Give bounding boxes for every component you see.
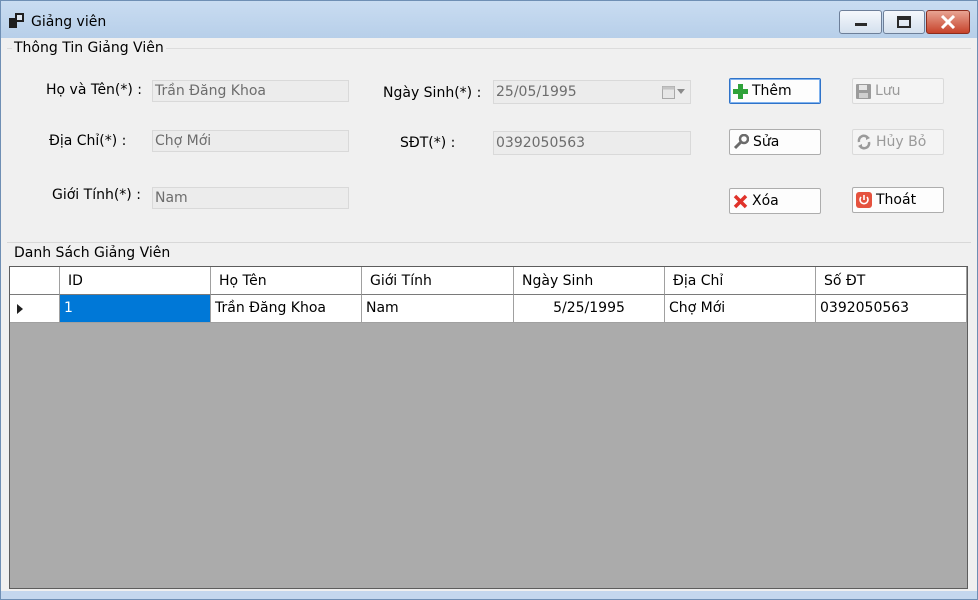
delete-x-icon <box>733 194 748 208</box>
phone-label: SĐT(*) : <box>400 135 456 151</box>
row-selector[interactable] <box>10 295 60 323</box>
gender-label: Giới Tính(*) : <box>52 187 141 203</box>
form-client-area: Thông Tin Giảng Viên Họ và Tên(*) : Trần… <box>1 38 977 591</box>
minimize-icon <box>854 23 867 26</box>
floppy-disk-icon <box>856 83 871 99</box>
cell-address[interactable]: Chợ Mới <box>665 295 816 323</box>
cell-id[interactable]: 1 <box>60 295 211 323</box>
phone-field[interactable]: 0392050563 <box>493 131 691 155</box>
address-field[interactable]: Chợ Mới <box>152 130 349 152</box>
cancel-button[interactable]: Hủy Bỏ <box>852 129 944 155</box>
cell-birthdate[interactable]: 5/25/1995 <box>514 295 665 323</box>
lecturer-datagrid[interactable]: ID Họ Tên Giới Tính Ngày Sinh Địa Chỉ Số… <box>9 266 968 589</box>
column-header-name[interactable]: Họ Tên <box>211 267 362 295</box>
current-row-arrow-icon <box>17 304 23 314</box>
close-icon <box>940 15 956 29</box>
column-header-phone[interactable]: Số ĐT <box>816 267 967 295</box>
chevron-down-icon <box>677 89 685 94</box>
exit-button-label: Thoát <box>876 192 917 208</box>
row-header-corner <box>10 267 60 295</box>
column-header-gender[interactable]: Giới Tính <box>362 267 514 295</box>
minimize-button[interactable] <box>839 10 882 34</box>
cell-name[interactable]: Trần Đăng Khoa <box>211 295 362 323</box>
calendar-dropdown-button[interactable] <box>662 84 686 99</box>
calendar-icon <box>662 85 675 99</box>
refresh-icon <box>857 134 871 150</box>
add-button[interactable]: Thêm <box>729 78 821 104</box>
maximize-button[interactable] <box>883 10 925 34</box>
window-bottom-border <box>1 591 977 599</box>
name-label: Họ và Tên(*) : <box>46 82 143 98</box>
main-window: Giảng viên Thông Tin Giảng Viên Họ và Tê… <box>0 0 978 600</box>
column-header-birthdate[interactable]: Ngày Sinh <box>514 267 665 295</box>
close-button[interactable] <box>926 10 970 34</box>
cell-gender[interactable]: Nam <box>362 295 514 323</box>
cell-phone[interactable]: 0392050563 <box>816 295 967 323</box>
save-button[interactable]: Lưu <box>852 78 944 104</box>
column-header-id[interactable]: ID <box>60 267 211 295</box>
cancel-button-label: Hủy Bỏ <box>876 134 927 150</box>
list-group-border <box>7 242 971 243</box>
power-icon <box>856 192 872 208</box>
list-group-legend: Danh Sách Giảng Viên <box>12 245 173 261</box>
window-title: Giảng viên <box>31 14 107 30</box>
save-button-label: Lưu <box>875 83 901 99</box>
wrench-icon <box>733 134 749 150</box>
title-bar[interactable]: Giảng viên <box>1 1 977 38</box>
edit-button-label: Sửa <box>753 134 780 150</box>
name-field[interactable]: Trần Đăng Khoa <box>152 80 349 102</box>
app-icon <box>9 13 24 28</box>
delete-button-label: Xóa <box>752 193 779 209</box>
gender-field[interactable]: Nam <box>152 187 349 209</box>
delete-button[interactable]: Xóa <box>729 188 821 214</box>
add-button-label: Thêm <box>752 83 792 99</box>
birth-label: Ngày Sinh(*) : <box>383 85 482 101</box>
exit-button[interactable]: Thoát <box>852 187 944 213</box>
restore-icon <box>897 16 911 28</box>
plus-icon <box>733 83 748 99</box>
birth-value: 25/05/1995 <box>496 84 577 100</box>
edit-button[interactable]: Sửa <box>729 129 821 155</box>
birth-datepicker[interactable]: 25/05/1995 <box>493 80 691 104</box>
column-header-address[interactable]: Địa Chỉ <box>665 267 816 295</box>
address-label: Địa Chỉ(*) : <box>49 133 127 149</box>
info-group-legend: Thông Tin Giảng Viên <box>12 40 166 56</box>
